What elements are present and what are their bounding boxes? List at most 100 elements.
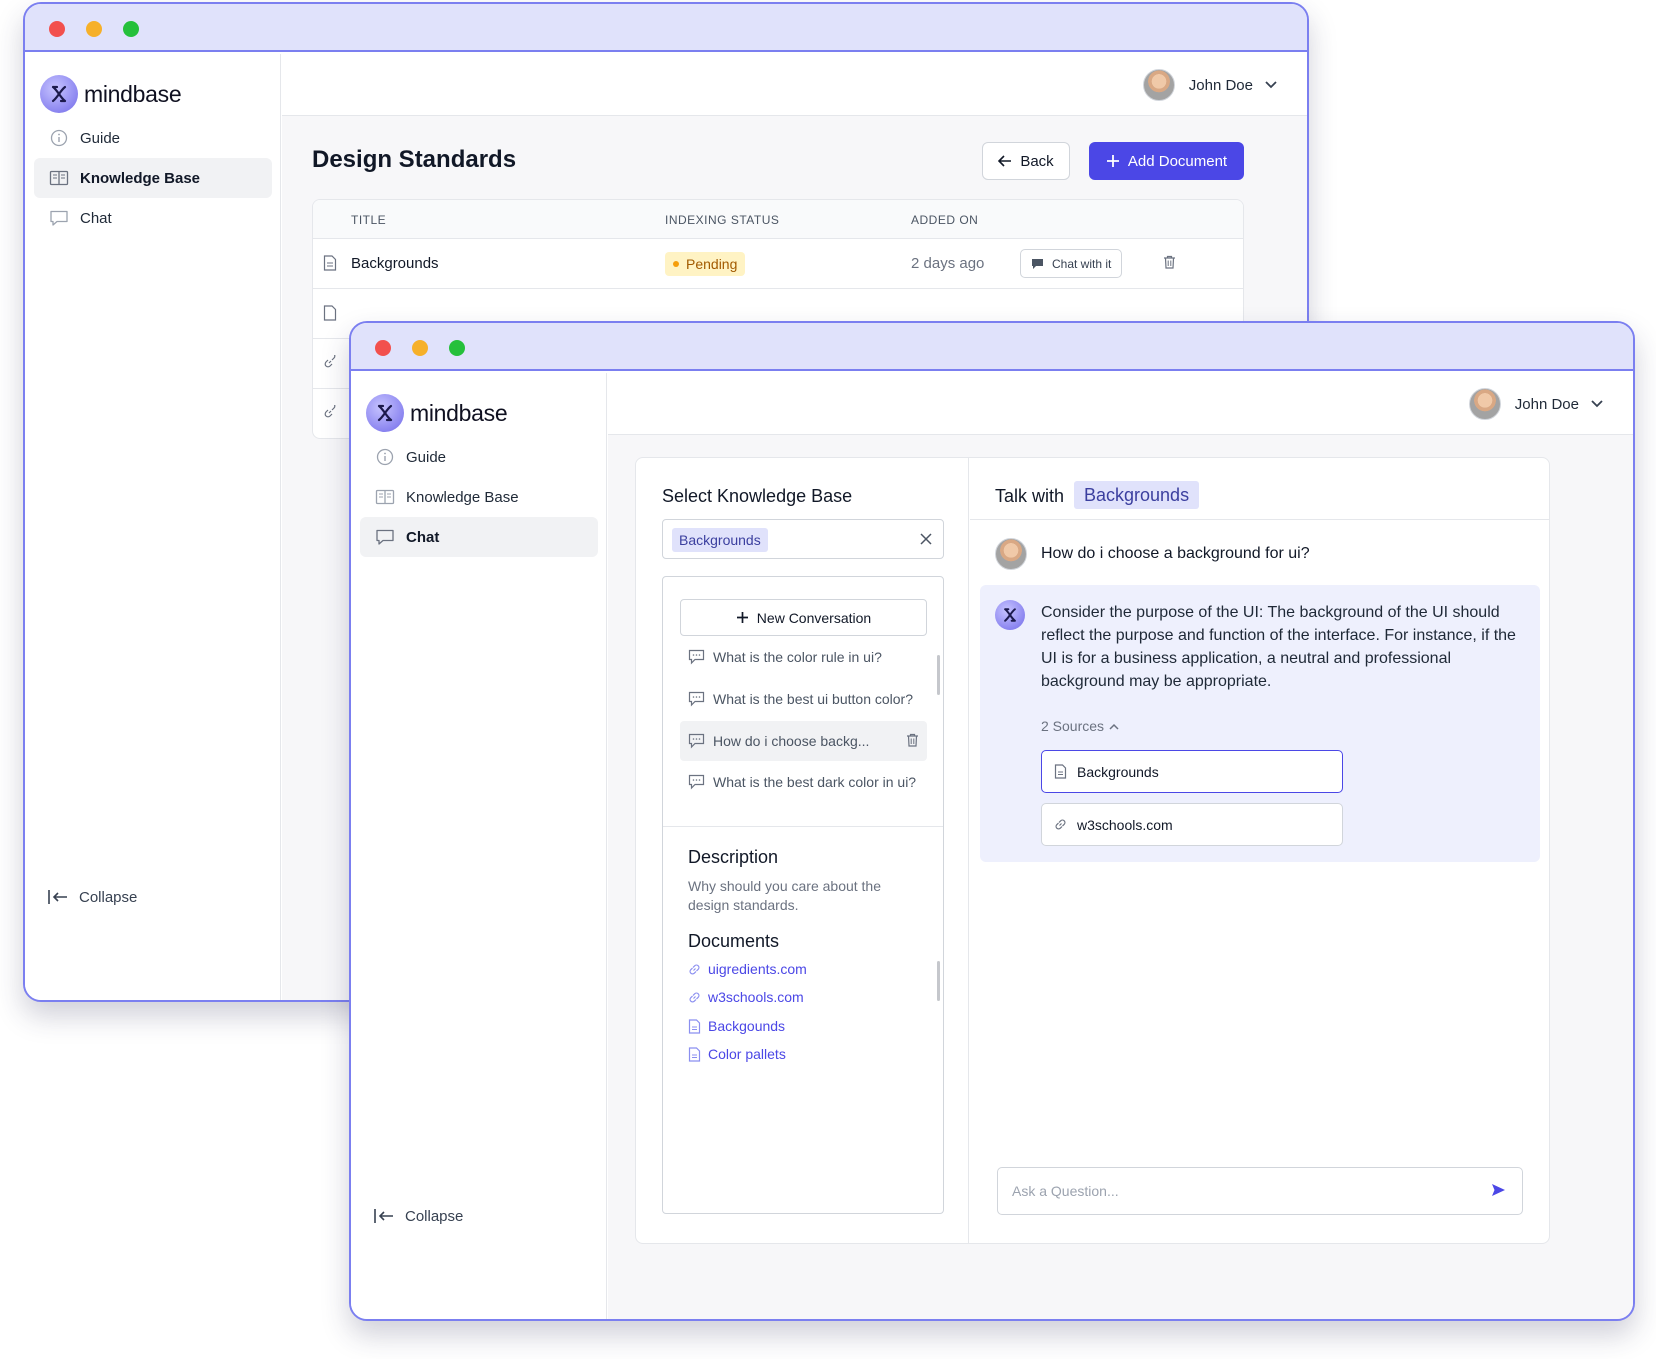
document-link[interactable]: w3schools.com xyxy=(688,987,804,1007)
app-name: mindbase xyxy=(84,80,182,107)
sidebar-item-label: Chat xyxy=(406,528,440,546)
description-scrollbar[interactable] xyxy=(937,961,940,1001)
source-item[interactable]: Backgrounds xyxy=(1041,750,1343,793)
sidebar-item-chat[interactable]: Chat xyxy=(360,517,598,557)
bot-avatar-icon xyxy=(995,600,1025,630)
top-bar: John Doe xyxy=(282,54,1307,116)
document-icon xyxy=(1054,764,1067,779)
sidebar-item-chat[interactable]: Chat xyxy=(34,198,272,238)
sources-label: 2 Sources xyxy=(1041,718,1105,734)
link-icon xyxy=(323,352,337,373)
sidebar-item-guide[interactable]: Guide xyxy=(34,118,272,158)
maximize-window-button[interactable] xyxy=(449,340,465,356)
maximize-window-button[interactable] xyxy=(123,21,139,37)
conversation-item-active[interactable]: How do i choose backg... xyxy=(680,721,927,761)
app-name: mindbase xyxy=(410,399,508,426)
sidebar: mindbase Guide Knowledge Base Chat Colla… xyxy=(25,54,281,1000)
user-message: How do i choose a background for ui? xyxy=(995,538,1310,570)
close-window-button[interactable] xyxy=(375,340,391,356)
logo-icon xyxy=(366,394,404,432)
sidebar-item-knowledge-base[interactable]: Knowledge Base xyxy=(34,158,272,198)
new-conversation-label: New Conversation xyxy=(756,609,872,626)
chat-bubble-icon xyxy=(48,207,70,229)
minimize-window-button[interactable] xyxy=(86,21,102,37)
chat-bubble-icon xyxy=(688,691,705,707)
status-badge: Pending xyxy=(665,252,746,276)
app-logo[interactable]: mindbase xyxy=(40,74,182,114)
documents-title: Documents xyxy=(688,931,780,951)
conversation-item[interactable]: What is the best dark color in ui? xyxy=(680,762,927,802)
conversation-title: What is the best ui button color? xyxy=(713,691,913,707)
link-icon xyxy=(1054,818,1067,831)
conversation-title: What is the best dark color in ui? xyxy=(713,774,917,790)
collapse-button[interactable]: Collapse xyxy=(47,885,137,909)
document-icon xyxy=(688,1018,701,1034)
chat-bubble-icon xyxy=(688,733,705,749)
chat-window: mindbase Guide Knowledge Base Chat Colla… xyxy=(349,321,1635,1321)
sidebar-item-knowledge-base[interactable]: Knowledge Base xyxy=(360,477,598,517)
divider xyxy=(663,826,943,827)
collapse-label: Collapse xyxy=(405,1207,464,1225)
chevron-up-icon xyxy=(1109,723,1119,730)
source-item[interactable]: w3schools.com xyxy=(1041,803,1343,846)
chat-bubble-icon xyxy=(688,774,705,790)
source-label: w3schools.com xyxy=(1077,816,1173,833)
assistant-message: Consider the purpose of the UI: The back… xyxy=(980,585,1540,862)
sidebar-item-label: Guide xyxy=(80,129,121,147)
sidebar-item-guide[interactable]: Guide xyxy=(360,437,598,477)
close-window-button[interactable] xyxy=(49,21,65,37)
collapse-button[interactable]: Collapse xyxy=(373,1204,463,1228)
knowledge-base-selector-column: Select Knowledge Base Backgrounds New Co… xyxy=(636,458,969,1243)
conversations-scrollbar[interactable] xyxy=(937,655,940,695)
app-logo[interactable]: mindbase xyxy=(366,393,508,433)
chat-bubble-icon xyxy=(374,526,396,548)
document-link[interactable]: Color pallets xyxy=(688,1044,786,1064)
send-icon[interactable] xyxy=(1491,1183,1506,1197)
collapse-label: Collapse xyxy=(79,888,138,906)
user-menu[interactable]: John Doe xyxy=(1468,387,1603,421)
window-titlebar xyxy=(25,4,1307,52)
talk-with-label: Talk with xyxy=(995,486,1065,506)
book-icon xyxy=(374,486,396,508)
sources-toggle[interactable]: 2 Sources xyxy=(1041,718,1119,734)
ask-question-input[interactable] xyxy=(998,1168,1478,1214)
add-document-button[interactable]: Add Document xyxy=(1089,142,1244,180)
user-menu[interactable]: John Doe xyxy=(1142,68,1277,102)
avatar xyxy=(1142,69,1175,101)
conversations-panel: New Conversation What is the color rule … xyxy=(662,576,944,1214)
link-icon xyxy=(688,991,701,1004)
chat-bubble-icon xyxy=(1031,258,1044,270)
table-row[interactable]: Backgrounds Pending 2 days ago Chat with… xyxy=(313,239,1243,289)
document-icon xyxy=(323,255,337,275)
knowledge-base-select[interactable]: Backgrounds xyxy=(662,519,944,559)
plus-icon xyxy=(736,611,749,624)
assistant-message-text: Consider the purpose of the UI: The back… xyxy=(1041,604,1516,690)
sidebar-item-label: Guide xyxy=(406,448,447,466)
source-label: Backgrounds xyxy=(1077,763,1159,780)
document-link-label: Backgounds xyxy=(708,1018,786,1034)
top-bar: John Doe xyxy=(608,373,1633,435)
clear-icon[interactable] xyxy=(919,532,933,546)
trash-icon[interactable] xyxy=(906,733,919,747)
avatar xyxy=(1468,388,1501,420)
document-link[interactable]: Backgounds xyxy=(688,1016,785,1036)
trash-icon[interactable] xyxy=(1163,255,1176,269)
back-button[interactable]: Back xyxy=(982,142,1070,180)
collapse-icon xyxy=(47,889,69,905)
sidebar-item-label: Knowledge Base xyxy=(80,169,201,187)
conversation-item[interactable]: What is the best ui button color? xyxy=(680,679,927,719)
talk-kb-chip: Backgrounds xyxy=(1074,481,1200,509)
document-icon xyxy=(323,305,337,325)
chat-with-it-button[interactable]: Chat with it xyxy=(1020,249,1123,278)
page-title: Design Standards xyxy=(312,146,517,173)
sidebar-item-label: Chat xyxy=(80,209,112,227)
info-icon xyxy=(374,446,396,468)
avatar xyxy=(995,538,1027,570)
chat-with-it-label: Chat with it xyxy=(1052,256,1112,271)
add-document-label: Add Document xyxy=(1127,152,1228,170)
document-link[interactable]: uigredients.com xyxy=(688,959,807,979)
minimize-window-button[interactable] xyxy=(412,340,428,356)
new-conversation-button[interactable]: New Conversation xyxy=(680,599,927,636)
conversation-item[interactable]: What is the color rule in ui? xyxy=(680,637,927,677)
conversation-header: Talk with Backgrounds xyxy=(970,458,1549,520)
